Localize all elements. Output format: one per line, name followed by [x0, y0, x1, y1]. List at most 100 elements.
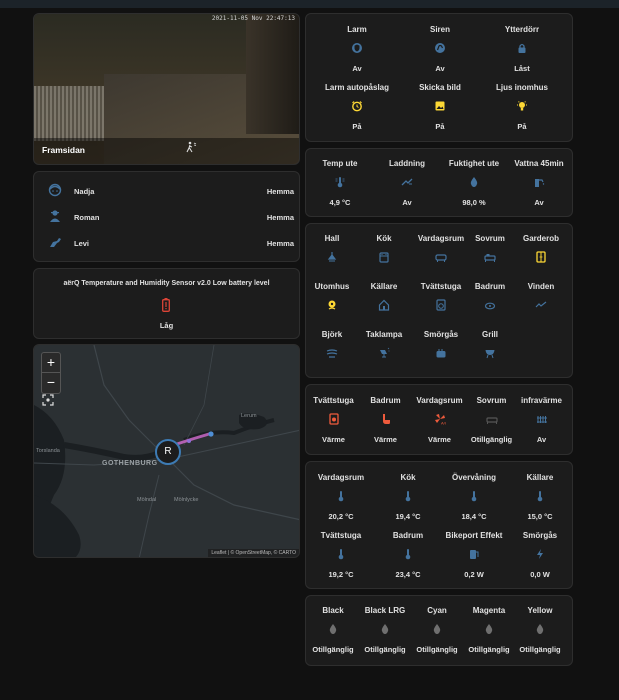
entity-label: Hall: [324, 234, 340, 243]
person-state: Hemma: [266, 187, 294, 196]
temperature-entity[interactable]: Vardagsrum 20,2 °C: [311, 473, 371, 521]
entity-label: Vardagsrum: [417, 234, 465, 243]
alarm-entity[interactable]: Siren Av: [405, 25, 475, 73]
entity-label: Yellow: [527, 606, 553, 615]
alarm-entity[interactable]: Larm autopåslag På: [322, 83, 392, 131]
map-place-label: Lerum: [241, 413, 257, 419]
person-name: Levi: [74, 239, 90, 248]
entity-state: Värme: [374, 435, 397, 444]
flower-icon: [306, 299, 358, 311]
person-row[interactable]: Nadja Hemma: [44, 179, 294, 203]
entity-state: Otillgänglig: [468, 645, 510, 654]
entity-label: Temp ute: [322, 159, 358, 168]
persons-card: Nadja Hemma Roman Hemma Levi Hemma: [33, 171, 300, 262]
person-row[interactable]: Levi Hemma: [44, 231, 294, 255]
outdoor-entity[interactable]: Vattna 45min Av: [509, 159, 569, 207]
heating-entity[interactable]: Badrum Värme: [358, 396, 413, 444]
entity-state: 98,0 %: [462, 198, 486, 207]
heating-entity[interactable]: Tvättstuga Värme: [306, 396, 361, 444]
entity-label: Tvättstuga: [313, 396, 354, 405]
ink-entity[interactable]: Black LRG Otillgänglig: [359, 606, 411, 654]
light-entity[interactable]: Smörgås: [410, 330, 472, 359]
map-place-label: Torslanda: [36, 448, 60, 454]
washing-machine-icon: [410, 299, 472, 311]
heater-icon: [306, 413, 361, 425]
motion-icon[interactable]: [185, 140, 197, 158]
light-entity[interactable]: Utomhus: [306, 282, 358, 311]
wardrobe-icon: [515, 251, 567, 263]
alarm-entity[interactable]: Ljus inomhus På: [487, 83, 557, 131]
map-attribution[interactable]: Leaflet | © OpenStreetMap, © CARTO: [208, 549, 299, 557]
entity-label: Garderob: [522, 234, 559, 243]
light-entity[interactable]: Källare: [358, 282, 410, 311]
outdoor-entity[interactable]: Fuktighet ute 98,0 %: [444, 159, 504, 207]
entity-state: Av: [536, 435, 547, 444]
battery-card[interactable]: aërQ Temperature and Humidity Sensor v2.…: [33, 268, 300, 339]
ink-entity[interactable]: Yellow Otillgänglig: [514, 606, 566, 654]
temperature-entity[interactable]: Badrum 23,4 °C: [378, 531, 438, 579]
power-entity[interactable]: Bikeport Effekt 0,2 W: [444, 531, 504, 579]
heating-entity[interactable]: infravärme Av: [514, 396, 569, 444]
alarm-entity[interactable]: Skicka bild På: [405, 83, 475, 131]
entity-state: Av: [352, 64, 362, 73]
light-entity[interactable]: Tvättstuga: [410, 282, 472, 311]
entity-label: Magenta: [472, 606, 506, 615]
entity-state: Otillgänglig: [416, 645, 458, 654]
light-entity[interactable]: Kök: [358, 234, 410, 263]
light-entity[interactable]: Vardagsrum: [410, 234, 472, 263]
ink-drop-icon: [307, 623, 359, 635]
light-entity[interactable]: Vinden: [515, 282, 567, 311]
light-entity[interactable]: Grill: [464, 330, 516, 359]
light-entity[interactable]: Badrum: [464, 282, 516, 311]
alarm-entity[interactable]: Ytterdörr Låst: [487, 25, 557, 73]
heating-entity[interactable]: Sovrum Otillgänglig: [464, 396, 519, 444]
outdoor-card: Temp ute 4,9 °C Laddning Av Fuktighet ut…: [305, 148, 573, 217]
temperature-entity[interactable]: Kök 19,4 °C: [378, 473, 438, 521]
flash-icon: [510, 548, 570, 560]
light-entity[interactable]: Garderob: [515, 234, 567, 263]
thermometer-icon: [444, 490, 504, 502]
power-entity[interactable]: Smörgås 0,0 W: [510, 531, 570, 579]
face-icon: [48, 183, 62, 202]
camera-title: Framsidan: [42, 145, 85, 155]
camera-card[interactable]: 2021-11-05 Nov 22:47:13 Framsidan: [33, 13, 300, 165]
grill-icon: [464, 347, 516, 359]
heating-entity[interactable]: Vardagsrum A/C Värme: [412, 396, 467, 444]
map-person-marker[interactable]: R: [155, 439, 181, 465]
map-card[interactable]: + − GOTHENBURG Lerum Mölndal Mölnlycke T…: [33, 344, 300, 558]
ink-entity[interactable]: Magenta Otillgänglig: [463, 606, 515, 654]
entity-state: Otillgänglig: [364, 645, 406, 654]
entity-state: 18,4 °C: [461, 512, 487, 521]
light-entity[interactable]: Björk: [306, 330, 358, 359]
entity-state: Låst: [514, 64, 530, 73]
entity-label: Fuktighet ute: [448, 159, 500, 168]
zoom-in-button[interactable]: +: [42, 353, 60, 373]
outdoor-entity[interactable]: Laddning Av: [377, 159, 437, 207]
entity-label: Björk: [321, 330, 343, 339]
map-city-label: GOTHENBURG: [102, 460, 158, 467]
top-bar: [0, 0, 619, 8]
siren-icon: [405, 42, 475, 54]
entity-state: Av: [402, 198, 412, 207]
temperature-entity[interactable]: Tvättstuga 19,2 °C: [311, 531, 371, 579]
ink-entity[interactable]: Cyan Otillgänglig: [411, 606, 463, 654]
person-row[interactable]: Roman Hemma: [44, 205, 294, 229]
entity-label: Vinden: [527, 282, 555, 291]
light-entity[interactable]: Sovrum: [464, 234, 516, 263]
zoom-out-button[interactable]: −: [42, 373, 60, 392]
temperature-entity[interactable]: Övervåning 18,4 °C: [444, 473, 504, 521]
fit-bounds-icon[interactable]: [42, 393, 54, 411]
temperature-entity[interactable]: Källare 15,0 °C: [510, 473, 570, 521]
battery-alert-icon: [162, 298, 170, 317]
ink-entity[interactable]: Black Otillgänglig: [307, 606, 359, 654]
entity-state: På: [435, 122, 445, 131]
alarm-entity[interactable]: Larm Av: [322, 25, 392, 73]
entity-label: Badrum: [392, 531, 424, 540]
outdoor-entity[interactable]: Temp ute 4,9 °C: [310, 159, 370, 207]
entity-label: Källare: [526, 473, 554, 482]
entity-label: Siren: [429, 25, 450, 34]
entity-state: Av: [435, 64, 445, 73]
light-entity[interactable]: Hall: [306, 234, 358, 263]
light-entity[interactable]: Taklampa: [358, 330, 410, 359]
map-place-label: Mölnlycke: [174, 497, 199, 503]
